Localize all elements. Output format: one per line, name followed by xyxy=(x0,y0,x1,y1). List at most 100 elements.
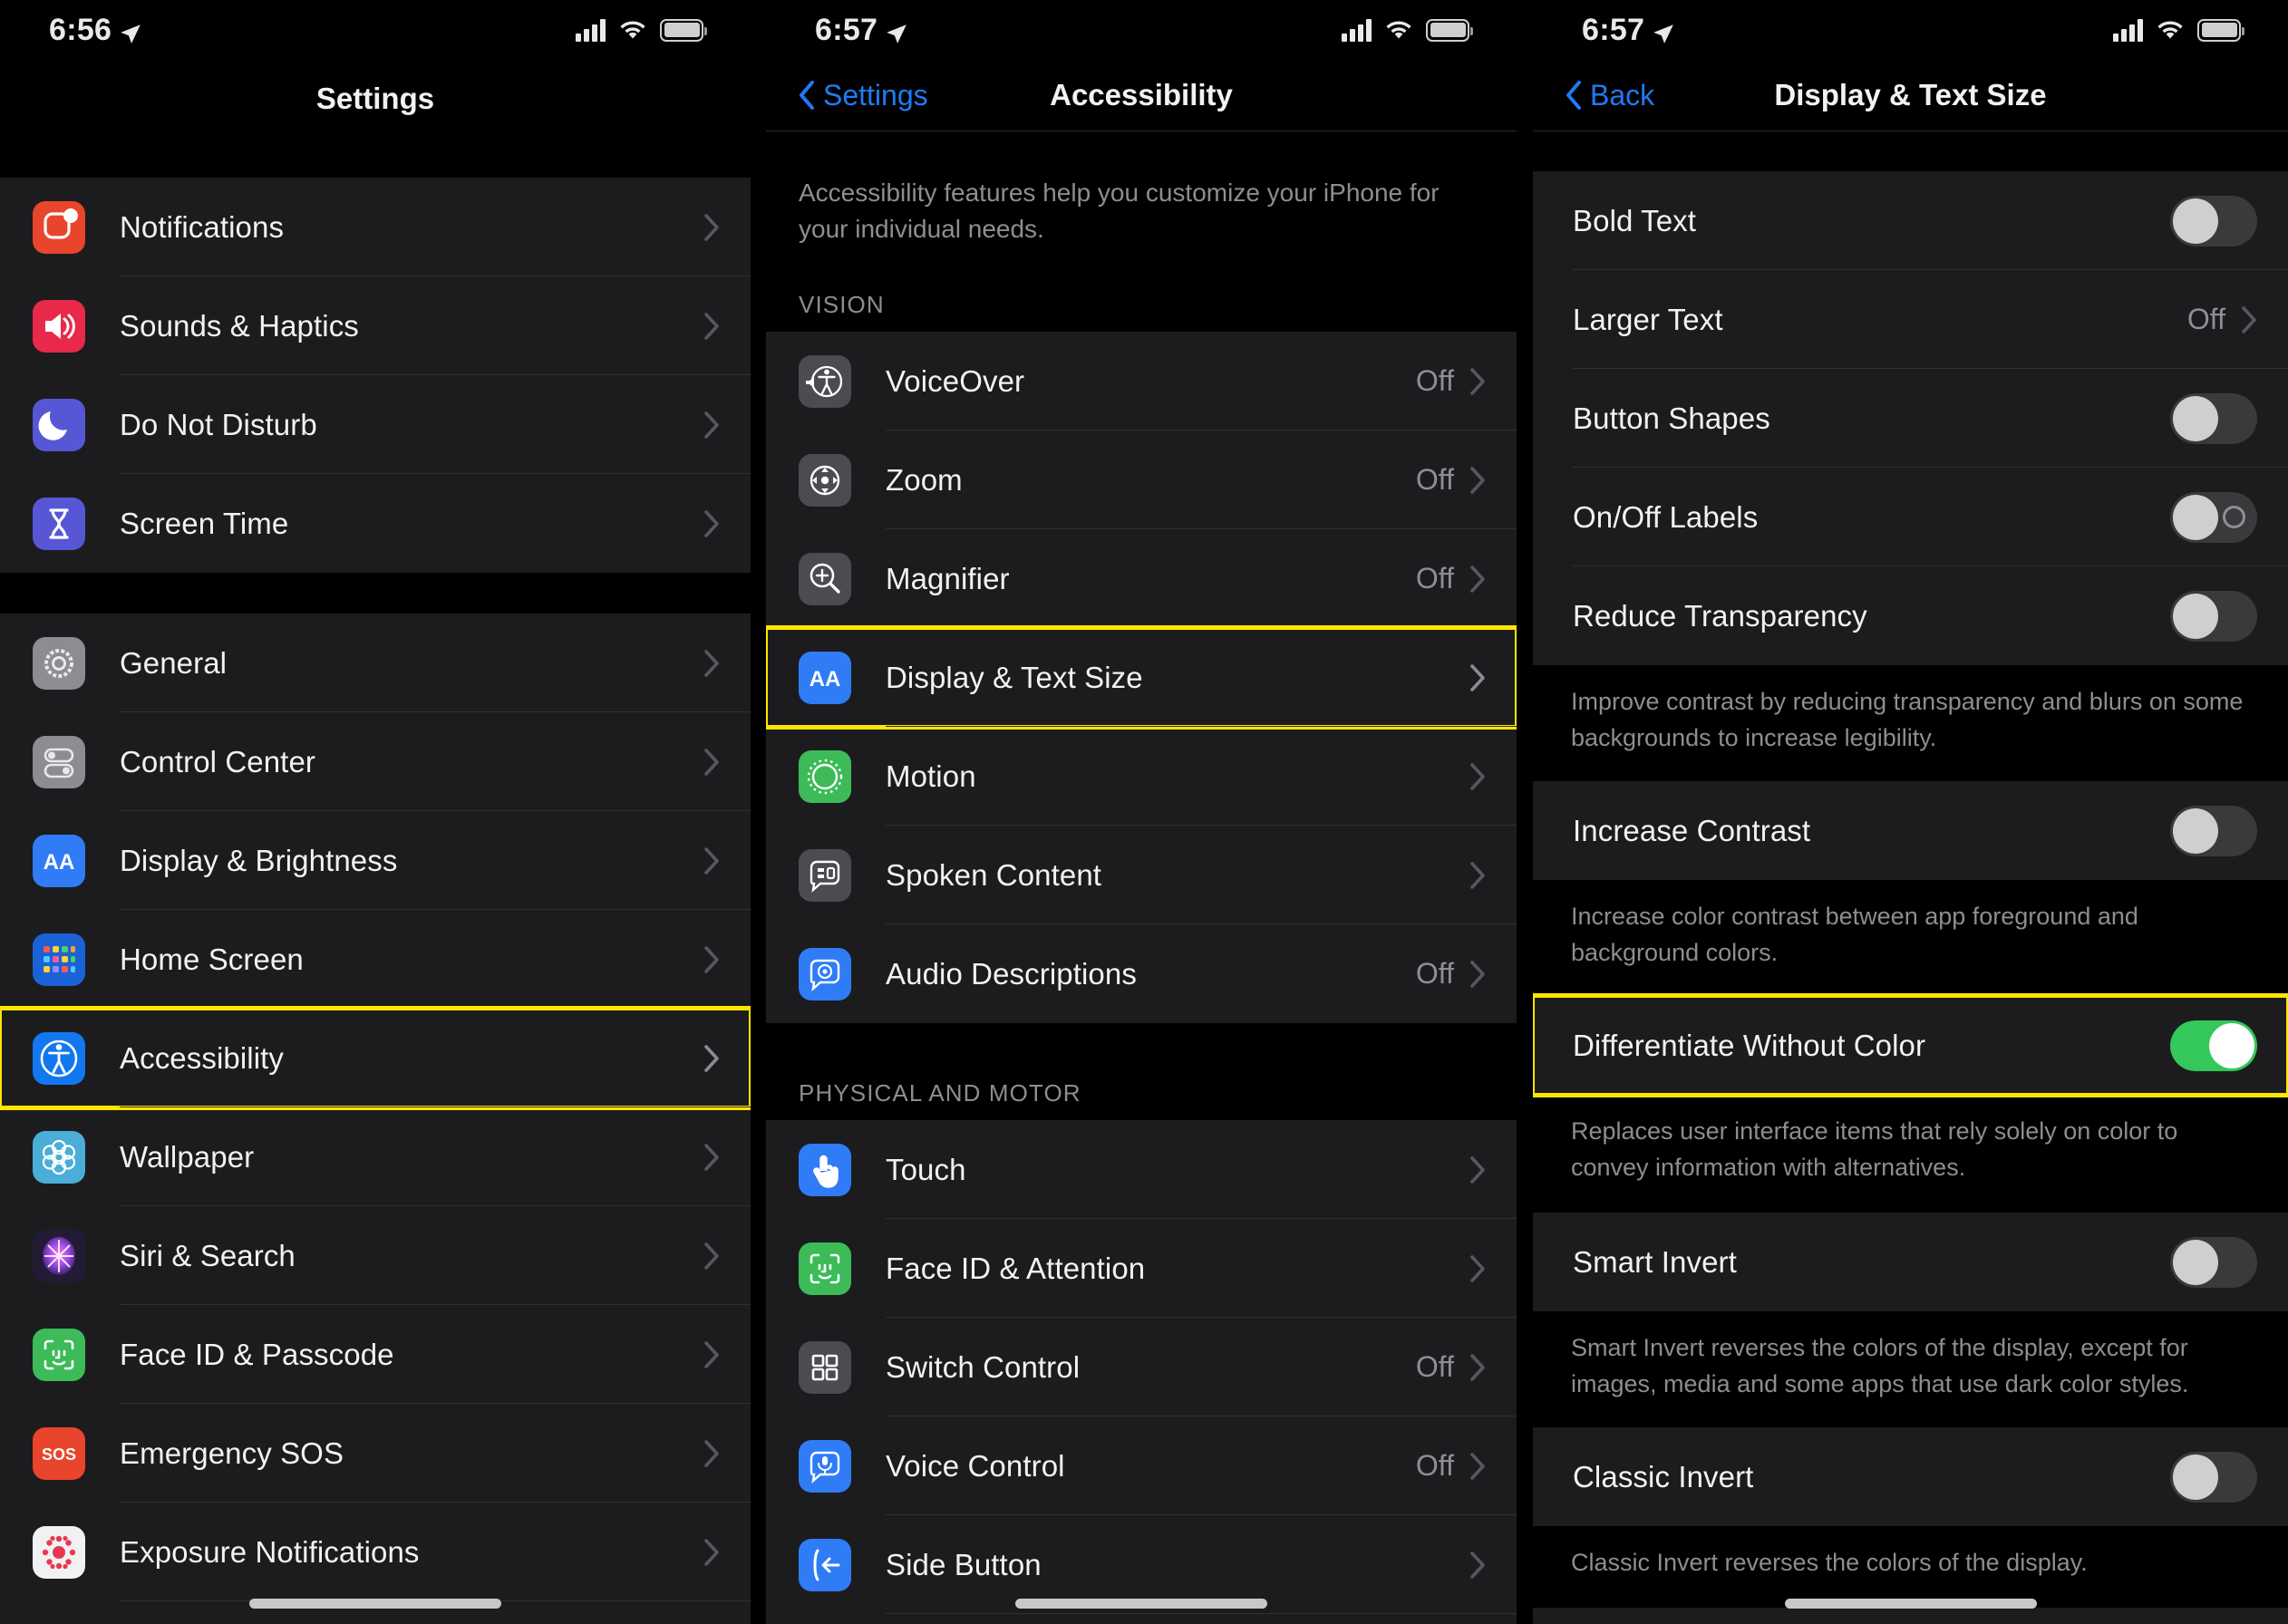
differentiate-without-color-toggle[interactable] xyxy=(2170,1020,2257,1071)
setting-differentiate-without-color[interactable]: Differentiate Without Color xyxy=(1533,996,2288,1095)
sidebar-item-home-screen[interactable]: Home Screen xyxy=(0,910,751,1009)
list-item-magnifier[interactable]: Magnifier Off xyxy=(766,529,1517,628)
sidebar-item-siri-search[interactable]: Siri & Search xyxy=(0,1206,751,1305)
row-label: Notifications xyxy=(120,210,704,245)
phone-screen-settings: 6:56 Settings Noti xyxy=(0,0,751,1624)
row-label: Touch xyxy=(886,1153,1454,1187)
chevron-right-icon xyxy=(1470,467,1486,494)
sidebar-item-screen-time[interactable]: Screen Time xyxy=(0,474,751,573)
sidebar-item-notifications[interactable]: Notifications xyxy=(0,178,751,276)
list-item-spoken-content[interactable]: Spoken Content xyxy=(766,826,1517,924)
row-value: Off xyxy=(1416,463,1454,497)
chevron-right-icon xyxy=(704,749,720,776)
chevron-right-icon xyxy=(1470,961,1486,988)
back-button-label: Settings xyxy=(823,79,928,112)
sidebar-item-display-brightness[interactable]: AA Display & Brightness xyxy=(0,811,751,910)
classic-invert-toggle[interactable] xyxy=(2170,1452,2257,1503)
sidebar-item-emergency-sos[interactable]: SOS Emergency SOS xyxy=(0,1404,751,1503)
vision-group: VoiceOver Off Zoom Off Magnifier Off xyxy=(766,332,1517,1023)
home-indicator[interactable] xyxy=(1785,1599,2037,1609)
status-bar: 6:56 xyxy=(0,0,751,60)
reduce-transparency-toggle[interactable] xyxy=(2170,591,2257,642)
panel-gap xyxy=(1517,0,1533,1624)
sidebar-item-control-center[interactable]: Control Center xyxy=(0,712,751,811)
list-item-display-text-size[interactable]: AA Display & Text Size xyxy=(766,628,1517,727)
touch-icon xyxy=(799,1144,851,1196)
sidebar-item-accessibility[interactable]: Accessibility xyxy=(0,1009,751,1107)
on-off-labels-toggle[interactable] xyxy=(2170,492,2257,543)
setting-on-off-labels[interactable]: On/Off Labels xyxy=(1533,468,2288,566)
row-label: Switch Control xyxy=(886,1350,1416,1385)
setting-smart-invert[interactable]: Smart Invert xyxy=(1533,1213,2288,1311)
row-label: Classic Invert xyxy=(1573,1460,2170,1494)
battery-icon xyxy=(1426,19,1469,42)
row-label: Button Shapes xyxy=(1573,401,2170,436)
list-item-voice-control[interactable]: Voice Control Off xyxy=(766,1416,1517,1515)
face-id-attention-icon xyxy=(799,1242,851,1295)
sidebar-item-wallpaper[interactable]: Wallpaper xyxy=(0,1107,751,1206)
back-button[interactable]: Back xyxy=(1566,79,1654,112)
row-label: On/Off Labels xyxy=(1573,500,2170,535)
status-left: 6:57 xyxy=(1582,13,1675,48)
list-item-switch-control[interactable]: Switch Control Off xyxy=(766,1318,1517,1416)
home-indicator[interactable] xyxy=(249,1599,501,1609)
list-item-zoom[interactable]: Zoom Off xyxy=(766,430,1517,529)
row-label: General xyxy=(120,646,704,681)
notifications-icon xyxy=(33,201,85,254)
row-value: Off xyxy=(1416,1350,1454,1384)
section-header-physical-motor: PHYSICAL AND MOTOR xyxy=(766,1079,1517,1120)
list-item-voiceover[interactable]: VoiceOver Off xyxy=(766,332,1517,430)
row-label: Emergency SOS xyxy=(120,1436,704,1471)
setting-increase-contrast[interactable]: Increase Contrast xyxy=(1533,781,2288,880)
row-value: Off xyxy=(1416,562,1454,595)
status-bar: 6:57 xyxy=(766,0,1517,60)
chevron-right-icon xyxy=(1470,368,1486,395)
clock-time: 6:56 xyxy=(49,13,111,48)
sidebar-item-do-not-disturb[interactable]: Do Not Disturb xyxy=(0,375,751,474)
sidebar-item-face-id-passcode[interactable]: Face ID & Passcode xyxy=(0,1305,751,1404)
row-label: Bold Text xyxy=(1573,204,2170,238)
row-value: Off xyxy=(1416,957,1454,991)
nav-bar: Display & Text Size Back xyxy=(1533,60,2288,130)
list-item-touch[interactable]: Touch xyxy=(766,1120,1517,1219)
footnote-smart-invert: Smart Invert reverses the colors of the … xyxy=(1533,1311,2288,1427)
list-item-audio-descriptions[interactable]: Audio Descriptions Off xyxy=(766,924,1517,1023)
setting-bold-text[interactable]: Bold Text xyxy=(1533,171,2288,270)
button-shapes-toggle[interactable] xyxy=(2170,393,2257,444)
smart-invert-toggle[interactable] xyxy=(2170,1237,2257,1288)
svg-text:AA: AA xyxy=(810,667,841,691)
status-right xyxy=(2113,18,2241,42)
setting-larger-text[interactable]: Larger Text Off xyxy=(1533,270,2288,369)
chevron-left-icon xyxy=(799,81,816,110)
row-label: Increase Contrast xyxy=(1573,814,2170,848)
list-item-face-id-attention[interactable]: Face ID & Attention xyxy=(766,1219,1517,1318)
row-label: Voice Control xyxy=(886,1449,1416,1484)
sidebar-item-general[interactable]: General xyxy=(0,614,751,712)
sidebar-item-exposure-notifications[interactable]: Exposure Notifications xyxy=(0,1503,751,1601)
list-item-motion[interactable]: Motion xyxy=(766,727,1517,826)
row-label: Wallpaper xyxy=(120,1140,704,1174)
list-item-apple-tv-remote[interactable]: Apple TV Remote xyxy=(766,1614,1517,1624)
chevron-right-icon xyxy=(704,411,720,439)
chevron-right-icon xyxy=(1470,566,1486,593)
sidebar-item-sounds-haptics[interactable]: Sounds & Haptics xyxy=(0,276,751,375)
nav-bar: Settings xyxy=(0,60,751,138)
back-button[interactable]: Settings xyxy=(799,79,928,112)
nav-bar: Accessibility Settings xyxy=(766,60,1517,130)
chevron-right-icon xyxy=(704,1144,720,1171)
home-indicator[interactable] xyxy=(1015,1599,1267,1609)
bold-text-toggle[interactable] xyxy=(2170,196,2257,246)
setting-color-filters[interactable]: Color Filters Off xyxy=(1533,1608,2288,1624)
display-group-d: Smart Invert xyxy=(1533,1213,2288,1311)
row-label: Smart Invert xyxy=(1573,1245,2170,1280)
setting-button-shapes[interactable]: Button Shapes xyxy=(1533,369,2288,468)
setting-reduce-transparency[interactable]: Reduce Transparency xyxy=(1533,566,2288,665)
increase-contrast-toggle[interactable] xyxy=(2170,806,2257,856)
section-spacer xyxy=(766,131,1517,175)
chevron-right-icon xyxy=(704,1341,720,1368)
display-group-c: Differentiate Without Color xyxy=(1533,996,2288,1095)
control-center-icon xyxy=(33,736,85,788)
row-value: Off xyxy=(1416,364,1454,398)
row-label: Accessibility xyxy=(120,1041,704,1076)
setting-classic-invert[interactable]: Classic Invert xyxy=(1533,1427,2288,1526)
